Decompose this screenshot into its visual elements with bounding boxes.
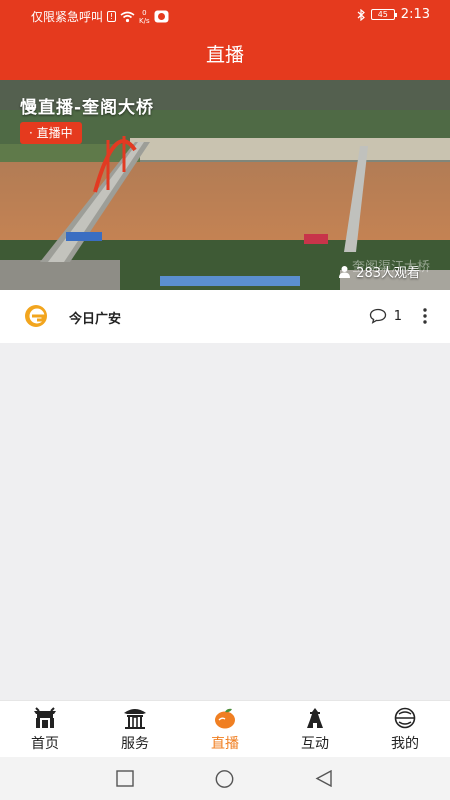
sim-alert-icon: !	[107, 11, 117, 22]
back-triangle-icon[interactable]	[315, 770, 333, 787]
more-options-icon[interactable]	[422, 307, 428, 325]
person-icon	[339, 266, 351, 278]
page-title: 直播	[0, 30, 450, 80]
live-title: 慢直播-奎阁大桥	[20, 98, 155, 118]
tab-home[interactable]: 首页	[0, 701, 90, 757]
live-status-badge: · 直播中	[20, 122, 82, 144]
comment-count: 1	[393, 308, 402, 324]
system-nav-bar	[0, 757, 450, 800]
tab-service[interactable]: 服务	[90, 701, 180, 757]
battery-icon: 45	[370, 9, 397, 20]
recents-square-icon[interactable]	[116, 770, 134, 787]
speed-value: 0	[142, 8, 147, 17]
comment-button[interactable]: 1	[369, 308, 402, 324]
bottom-tab-bar: 首页 服务 直播 互动 我的	[0, 700, 450, 757]
carrier-text: 仅限紧急呼叫	[31, 10, 104, 24]
app-notification-icon	[154, 10, 169, 23]
profile-circle-icon	[394, 707, 416, 729]
jinri-guangan-logo-icon[interactable]	[23, 304, 51, 328]
speed-unit: K/s	[139, 16, 150, 25]
source-row: 今日广安 1	[0, 290, 450, 343]
viewer-count-text: 283人观看	[356, 266, 420, 281]
tower-icon	[307, 708, 323, 728]
tab-mine[interactable]: 我的	[360, 701, 450, 757]
viewer-count: 283人观看	[338, 262, 420, 281]
home-circle-icon[interactable]	[214, 770, 235, 788]
tab-live-label: 直播	[211, 736, 239, 752]
pavilion-icon	[124, 709, 146, 729]
status-bar: 仅限紧急呼叫 ! 0 K/s 45 2:13	[0, 0, 450, 30]
tab-mine-label: 我的	[391, 736, 419, 752]
wifi-icon	[120, 11, 135, 22]
tab-live[interactable]: 直播	[180, 701, 270, 757]
network-speed: 0 K/s	[139, 9, 150, 25]
tab-home-label: 首页	[31, 736, 59, 752]
clock: 2:13	[400, 7, 430, 22]
bluetooth-icon	[357, 8, 365, 21]
live-stream-card[interactable]: 慢直播-奎阁大桥 · 直播中 奎阁渠江大桥 283人观看	[0, 80, 450, 290]
comment-icon	[369, 308, 386, 324]
live-orange-icon	[215, 708, 235, 729]
home-gate-icon	[34, 707, 56, 728]
tab-service-label: 服务	[121, 736, 149, 752]
tab-interact[interactable]: 互动	[270, 701, 360, 757]
tab-interact-label: 互动	[301, 736, 329, 752]
source-name[interactable]: 今日广安	[69, 308, 121, 327]
